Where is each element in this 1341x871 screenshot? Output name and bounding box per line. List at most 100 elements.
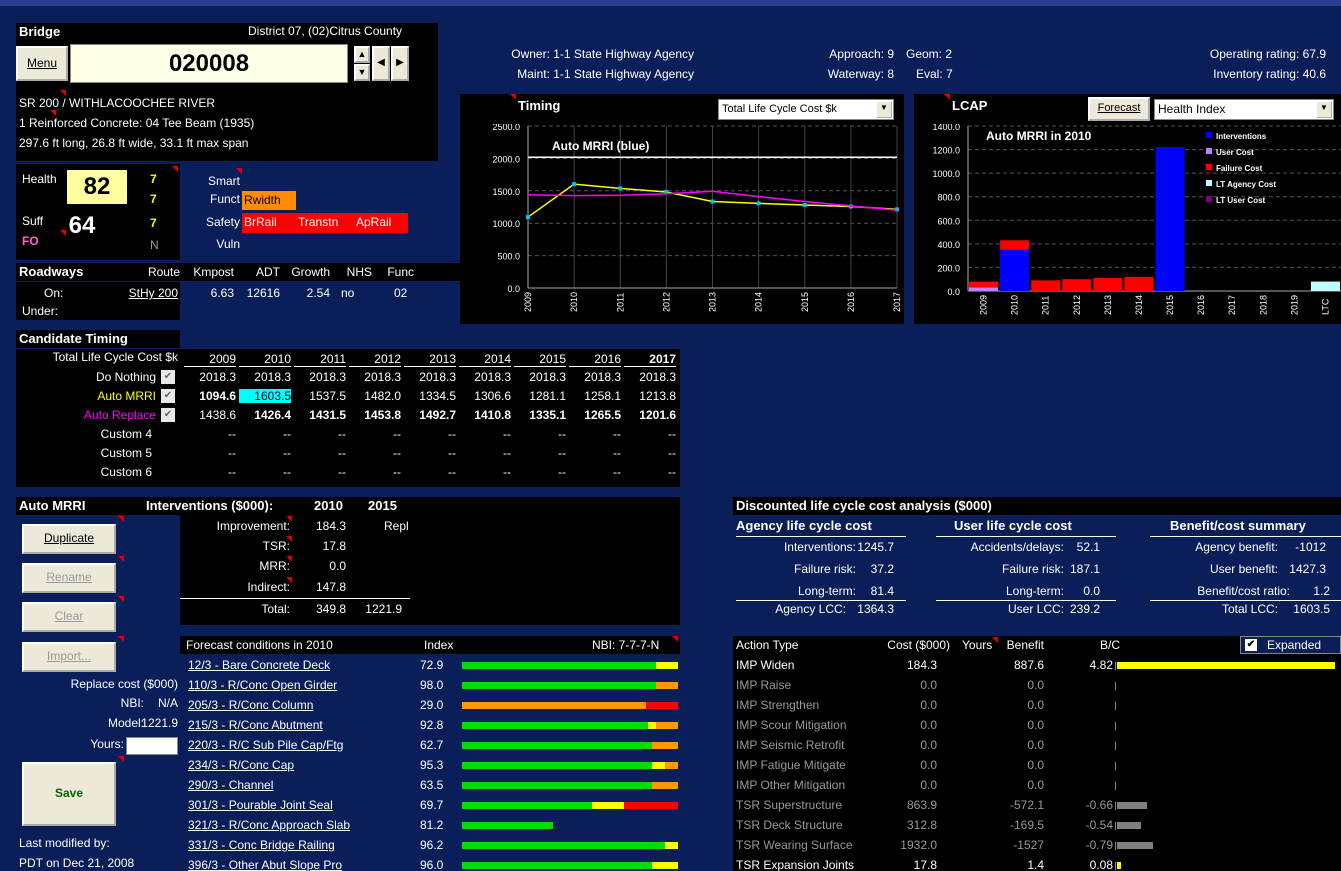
candidate-cell[interactable]: 1334.5 (404, 389, 456, 403)
forecast-element-link[interactable]: 331/3 - Conc Bridge Railing (188, 838, 335, 852)
candidate-cell[interactable]: -- (459, 427, 511, 441)
candidate-cell[interactable]: 1335.1 (514, 408, 566, 422)
action-type-label[interactable]: IMP Other Mitigation (736, 778, 845, 792)
candidate-cell[interactable]: -- (294, 465, 346, 479)
chevron-down-icon[interactable]: ▼ (876, 101, 892, 118)
candidate-cell[interactable]: -- (459, 446, 511, 460)
spin-down-icon[interactable]: ▼ (354, 64, 370, 81)
candidate-cell[interactable]: 1213.8 (624, 389, 676, 403)
forecast-element-link[interactable]: 110/3 - R/Conc Open Girder (188, 678, 337, 692)
checkbox-checked-icon[interactable]: ✔ (161, 408, 175, 422)
candidate-cell[interactable]: -- (569, 446, 621, 460)
bridge-id-field[interactable]: 020008 (70, 44, 348, 83)
candidate-cell[interactable]: 1438.6 (184, 408, 236, 422)
spin-up-icon[interactable]: ▲ (354, 46, 370, 63)
candidate-cell[interactable]: -- (184, 465, 236, 479)
action-type-label[interactable]: TSR Deck Structure (736, 818, 843, 832)
candidate-cell[interactable]: 2018.3 (569, 370, 621, 384)
action-cost-value: 863.9 (906, 798, 937, 812)
action-type-label[interactable]: IMP Widen (736, 658, 794, 672)
candidate-cell[interactable]: 2018.3 (514, 370, 566, 384)
timing-metric-dropdown[interactable]: Total Life Cycle Cost $k ▼ (718, 99, 894, 120)
checkbox-checked-icon[interactable]: ✔ (161, 370, 175, 384)
candidate-cell[interactable]: -- (349, 446, 401, 460)
import-button[interactable]: Import... (22, 642, 116, 672)
forecast-element-link[interactable]: 301/3 - Pourable Joint Seal (188, 798, 333, 812)
candidate-cell[interactable]: -- (624, 446, 676, 460)
action-type-label[interactable]: IMP Seismic Retrofit (736, 738, 844, 752)
candidate-cell[interactable]: 1281.1 (514, 389, 566, 403)
candidate-cell[interactable]: -- (349, 465, 401, 479)
candidate-cell[interactable]: -- (514, 446, 566, 460)
candidate-cell[interactable]: -- (239, 446, 291, 460)
forecast-element-link[interactable]: 220/3 - R/C Sub Pile Cap/Ftg (188, 738, 343, 752)
candidate-cell[interactable]: 1603.5 (239, 389, 291, 403)
forecast-element-link[interactable]: 12/3 - Bare Concrete Deck (188, 658, 330, 672)
forecast-element-link[interactable]: 290/3 - Channel (188, 778, 273, 792)
lcap-metric-dropdown[interactable]: Health Index ▼ (1154, 99, 1334, 120)
forecast-element-link[interactable]: 396/3 - Other Abut Slope Pro (188, 858, 342, 871)
action-type-label[interactable]: IMP Scour Mitigation (736, 718, 847, 732)
candidate-cell[interactable]: -- (404, 465, 456, 479)
candidate-cell[interactable]: 1482.0 (349, 389, 401, 403)
action-type-label[interactable]: TSR Expansion Joints (736, 858, 854, 871)
candidate-cell[interactable]: -- (184, 427, 236, 441)
expanded-toggle[interactable]: ✔ Expanded (1240, 636, 1341, 654)
candidate-cell[interactable]: -- (294, 427, 346, 441)
candidate-cell[interactable]: -- (459, 465, 511, 479)
candidate-cell[interactable]: 2018.3 (624, 370, 676, 384)
prev-arrow-icon[interactable]: ◀ (372, 46, 390, 81)
action-type-label[interactable]: IMP Fatigue Mitigate (736, 758, 846, 772)
candidate-cell[interactable]: 2018.3 (459, 370, 511, 384)
forecast-button[interactable]: Forecast (1088, 97, 1150, 121)
forecast-element-link[interactable]: 205/3 - R/Conc Column (188, 698, 313, 712)
candidate-cell[interactable]: 1410.8 (459, 408, 511, 422)
candidate-cell[interactable]: -- (514, 465, 566, 479)
action-type-label[interactable]: IMP Raise (736, 678, 791, 692)
candidate-cell[interactable]: -- (624, 427, 676, 441)
candidate-cell[interactable]: -- (349, 427, 401, 441)
candidate-cell[interactable]: -- (404, 446, 456, 460)
candidate-cell[interactable]: 1201.6 (624, 408, 676, 422)
forecast-element-link[interactable]: 215/3 - R/Conc Abutment (188, 718, 323, 732)
forecast-element-link[interactable]: 321/3 - R/Conc Approach Slab (188, 818, 350, 832)
route-link[interactable]: StHy 200 (110, 286, 178, 300)
action-type-label[interactable]: TSR Wearing Surface (736, 838, 853, 852)
candidate-cell[interactable]: 1265.5 (569, 408, 621, 422)
candidate-cell[interactable]: 1306.6 (459, 389, 511, 403)
candidate-cell[interactable]: -- (514, 427, 566, 441)
candidate-cell[interactable]: 1537.5 (294, 389, 346, 403)
checkbox-checked-icon[interactable]: ✔ (1245, 639, 1257, 651)
candidate-cell[interactable]: -- (294, 446, 346, 460)
candidate-cell[interactable]: 1492.7 (404, 408, 456, 422)
save-button[interactable]: Save (22, 762, 116, 826)
candidate-cell[interactable]: 2018.3 (294, 370, 346, 384)
candidate-cell[interactable]: 1426.4 (239, 408, 291, 422)
candidate-cell[interactable]: 2018.3 (239, 370, 291, 384)
rename-button[interactable]: Rename (22, 563, 116, 593)
menu-button[interactable]: Menu (16, 46, 68, 81)
checkbox-checked-icon[interactable]: ✔ (161, 389, 175, 403)
candidate-cell[interactable]: 1431.5 (294, 408, 346, 422)
yours-cost-input[interactable] (126, 737, 178, 755)
candidate-cell[interactable]: 1094.6 (184, 389, 236, 403)
candidate-cell[interactable]: -- (239, 427, 291, 441)
candidate-cell[interactable]: -- (569, 465, 621, 479)
candidate-cell[interactable]: 1258.1 (569, 389, 621, 403)
clear-button[interactable]: Clear (22, 602, 116, 632)
candidate-cell[interactable]: -- (404, 427, 456, 441)
duplicate-button[interactable]: Duplicate (22, 524, 116, 554)
candidate-cell[interactable]: -- (624, 465, 676, 479)
candidate-cell[interactable]: -- (569, 427, 621, 441)
candidate-cell[interactable]: 2018.3 (184, 370, 236, 384)
candidate-cell[interactable]: -- (184, 446, 236, 460)
candidate-cell[interactable]: -- (239, 465, 291, 479)
action-type-label[interactable]: IMP Strengthen (736, 698, 819, 712)
chevron-down-icon[interactable]: ▼ (1316, 101, 1332, 118)
candidate-cell[interactable]: 1453.8 (349, 408, 401, 422)
candidate-cell[interactable]: 2018.3 (404, 370, 456, 384)
action-type-label[interactable]: TSR Superstructure (736, 798, 842, 812)
candidate-cell[interactable]: 2018.3 (349, 370, 401, 384)
forecast-element-link[interactable]: 234/3 - R/Conc Cap (188, 758, 294, 772)
next-arrow-icon[interactable]: ▶ (391, 46, 409, 81)
